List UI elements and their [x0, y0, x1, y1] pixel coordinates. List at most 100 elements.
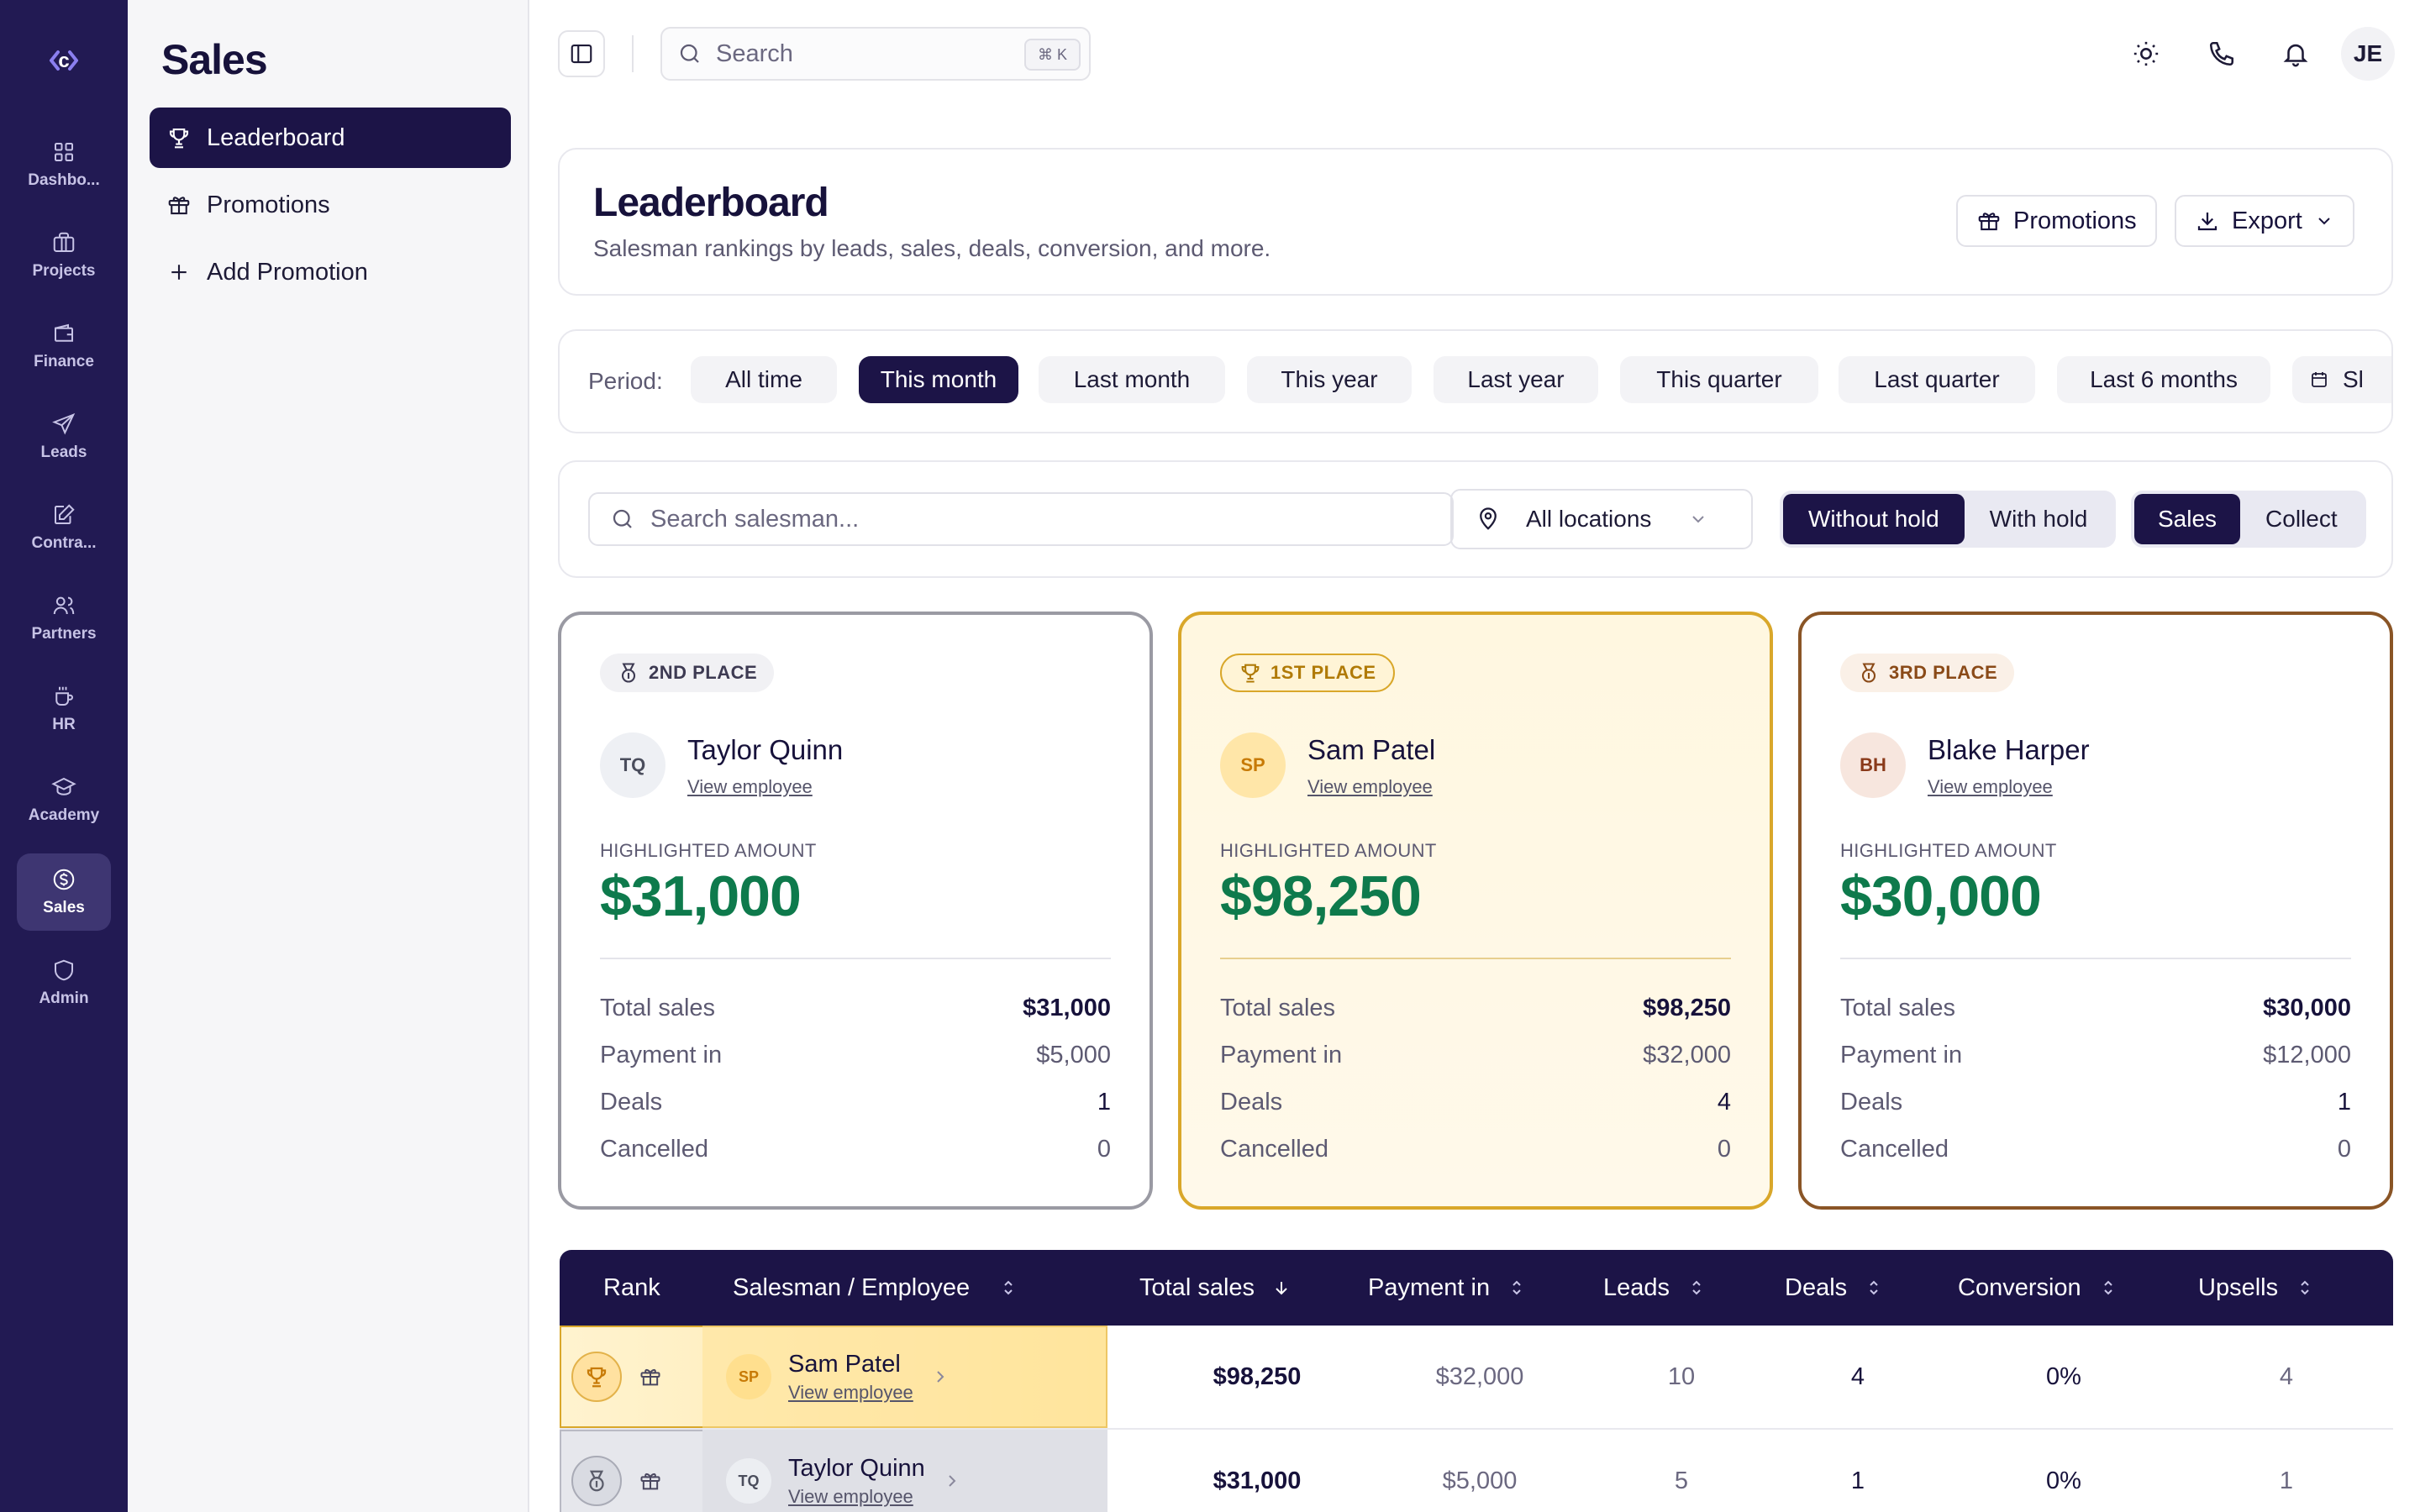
column-label: Upsells [2198, 1273, 2279, 1301]
stat-row-deals: Deals 1 [1840, 1085, 2351, 1119]
sidebar-item-label: Add Promotion [207, 258, 368, 286]
period-chip-last-month[interactable]: Last month [1039, 356, 1225, 403]
global-search-input[interactable] [716, 39, 1018, 68]
mode-option-sales[interactable]: Sales [2134, 494, 2241, 544]
period-chip-this-year[interactable]: This year [1247, 356, 1412, 403]
rail-item-partners[interactable]: Partners [17, 580, 111, 657]
assign-promotion-button[interactable] [632, 1462, 669, 1499]
chevron-down-icon [2318, 218, 2330, 225]
view-employee-link[interactable]: View employee [1307, 776, 1433, 798]
column-conversion[interactable]: Conversion [1958, 1250, 2118, 1326]
period-chip-all-time[interactable]: All time [691, 356, 837, 403]
salesman-name: Sam Patel [788, 1350, 901, 1378]
column-leads[interactable]: Leads [1603, 1250, 1707, 1326]
sort-icon [1692, 1280, 1701, 1295]
sales-sidebar: Sales Leaderboard Promotions Add Promoti… [128, 0, 529, 1512]
divider [1220, 958, 1731, 959]
table-row[interactable]: SP Sam Patel View employee $98,250 $32,0… [560, 1326, 2393, 1430]
employee-cell[interactable]: TQ Taylor Quinn View employee [702, 1430, 1107, 1512]
stat-row-cancelled: Cancelled 0 [1220, 1132, 1731, 1166]
column-label: Leads [1603, 1273, 1670, 1301]
export-button[interactable]: Export [2175, 195, 2354, 247]
hold-option-without[interactable]: Without hold [1783, 494, 1965, 544]
rail-item-dashboard[interactable]: Dashbo... [17, 126, 111, 203]
trophy-icon [169, 128, 189, 149]
column-deals[interactable]: Deals [1785, 1250, 1884, 1326]
dollar-icon [53, 869, 75, 890]
column-salesman[interactable]: Salesman / Employee [733, 1250, 1018, 1326]
sidebar-toggle-button[interactable] [558, 30, 605, 77]
gift-icon [1978, 213, 2000, 231]
search-shortcut: ⌘ K [1023, 39, 1081, 71]
rail-item-contracts[interactable]: Contra... [17, 489, 111, 566]
period-chip-last-quarter[interactable]: Last quarter [1839, 356, 2035, 403]
table-row[interactable]: TQ Taylor Quinn View employee $31,000 $5… [560, 1430, 2393, 1512]
location-select-value: All locations [1526, 506, 1652, 532]
stat-row-total-sales: Total sales $31,000 [600, 991, 1111, 1025]
sidebar-item-promotions[interactable]: Promotions [150, 175, 511, 235]
location-select[interactable]: All locations [1450, 489, 1753, 549]
rail-label: Finance [34, 353, 94, 370]
view-employee-link[interactable]: View employee [788, 1382, 913, 1404]
stat-value: 0 [1097, 1135, 1111, 1163]
highlighted-amount: $98,250 [1220, 864, 1422, 928]
salesman-search[interactable] [588, 492, 1454, 546]
rank-cell [560, 1326, 702, 1428]
promotions-button[interactable]: Promotions [1956, 195, 2157, 247]
rail-item-hr[interactable]: HR [17, 670, 111, 748]
period-filter-card: Period: All time This month Last month T… [558, 329, 2393, 433]
highlight-label: HIGHLIGHTED AMOUNT [600, 840, 817, 861]
column-upsells[interactable]: Upsells [2198, 1250, 2315, 1326]
period-chip-last-year[interactable]: Last year [1434, 356, 1598, 403]
column-label: Deals [1785, 1273, 1848, 1301]
stat-label: Deals [1220, 1088, 1283, 1116]
mode-option-collect[interactable]: Collect [2240, 494, 2363, 544]
salesman-search-input[interactable] [650, 505, 1407, 533]
view-employee-link[interactable]: View employee [788, 1486, 925, 1508]
briefcase-icon [53, 232, 75, 252]
medal-icon [621, 663, 636, 683]
app-logo[interactable]: c [39, 37, 89, 84]
sidebar-item-label: Promotions [207, 191, 330, 218]
theme-toggle-button[interactable] [2123, 30, 2170, 77]
stat-label: Payment in [1220, 1041, 1343, 1068]
column-total-sales[interactable]: Total sales [1139, 1250, 1292, 1326]
period-chip-last-6-months[interactable]: Last 6 months [2057, 356, 2270, 403]
stat-label: Total sales [1220, 994, 1336, 1021]
view-employee-link[interactable]: View employee [687, 776, 813, 798]
rail-item-sales[interactable]: Sales [17, 853, 111, 931]
sort-desc-icon [1276, 1282, 1287, 1295]
cell-upsells: 4 [2279, 1362, 2294, 1390]
rail-item-finance[interactable]: Finance [17, 307, 111, 385]
wallet-icon [55, 323, 73, 342]
svg-text:c: c [58, 50, 69, 72]
rail-item-admin[interactable]: Admin [17, 944, 111, 1021]
period-chip-this-month[interactable]: This month [859, 356, 1018, 403]
period-chip-custom[interactable]: Sl [2292, 356, 2391, 403]
rail-item-leads[interactable]: Leads [17, 398, 111, 475]
view-employee-link[interactable]: View employee [1928, 776, 2053, 798]
cell-leads: 10 [1667, 1362, 1696, 1390]
stat-label: Total sales [1840, 994, 1956, 1021]
search-icon [680, 44, 699, 63]
rail-item-projects[interactable]: Projects [17, 217, 111, 294]
period-chip-this-quarter[interactable]: This quarter [1620, 356, 1818, 403]
gift-icon [640, 1368, 660, 1386]
gift-icon [640, 1473, 660, 1490]
sidebar-item-leaderboard[interactable]: Leaderboard [150, 108, 511, 168]
global-search[interactable]: ⌘ K [660, 27, 1091, 81]
place-badge-label: 1ST PLACE [1270, 662, 1376, 683]
avatar: SP [726, 1354, 771, 1399]
rail-item-academy[interactable]: Academy [17, 761, 111, 838]
place-badge-label: 3RD PLACE [1889, 662, 1998, 683]
mode-toggle: Sales Collect [2131, 491, 2366, 548]
sidebar-item-add-promotion[interactable]: Add Promotion [150, 242, 511, 302]
hold-option-with[interactable]: With hold [1965, 494, 2113, 544]
employee-cell[interactable]: SP Sam Patel View employee [702, 1326, 1107, 1428]
user-avatar[interactable]: JE [2341, 27, 2395, 81]
notifications-button[interactable] [2272, 30, 2319, 77]
column-payment-in[interactable]: Payment in [1368, 1250, 1527, 1326]
phone-button[interactable] [2198, 30, 2245, 77]
hold-toggle: Without hold With hold [1780, 491, 2117, 548]
assign-promotion-button[interactable] [632, 1358, 669, 1395]
